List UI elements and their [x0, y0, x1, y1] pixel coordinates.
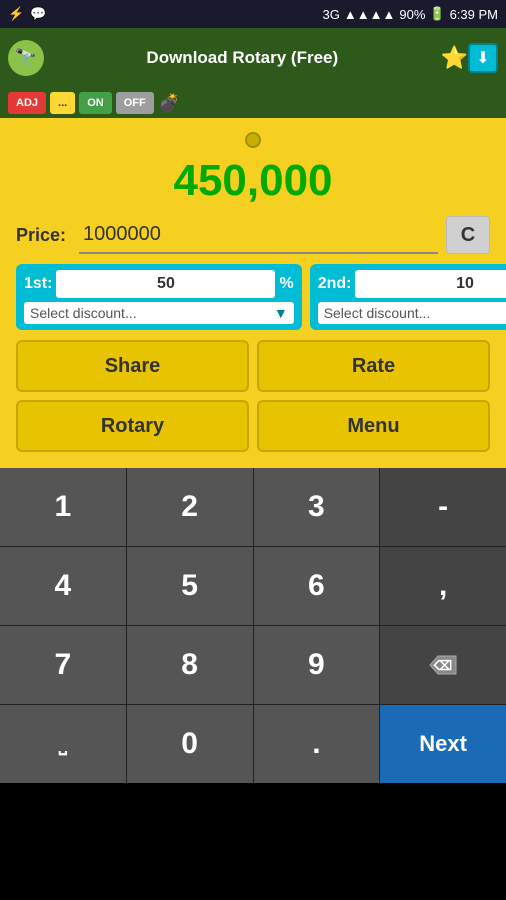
toolbar-btn-on[interactable]: ON: [79, 92, 112, 114]
app-logo: 🔭: [8, 40, 44, 76]
status-bar: ⚡ 💬 3G ▲▲▲▲ 90% 🔋 6:39 PM: [0, 0, 506, 28]
share-button[interactable]: Share: [16, 340, 249, 392]
key-minus[interactable]: -: [380, 468, 506, 546]
discount-2-select-label: Select discount...: [324, 305, 431, 321]
toolbar-btn-off[interactable]: OFF: [116, 92, 154, 114]
rotary-button[interactable]: Rotary: [16, 400, 249, 452]
toolbar: ADJ ... ON OFF 💣: [0, 88, 506, 118]
discount-2-select[interactable]: Select discount... ▼: [318, 302, 506, 324]
status-icons-right: 3G ▲▲▲▲ 90% 🔋 6:39 PM: [323, 6, 498, 22]
svg-text:⌫: ⌫: [433, 658, 452, 673]
key-0[interactable]: 0: [127, 705, 253, 783]
toolbar-btn-dots[interactable]: ...: [50, 92, 75, 114]
tag-hole: [245, 132, 261, 148]
result-display: 450,000: [16, 150, 490, 216]
key-2[interactable]: 2: [127, 468, 253, 546]
price-row: Price: C: [16, 216, 490, 254]
discount-2-input[interactable]: [355, 270, 506, 298]
key-1[interactable]: 1: [0, 468, 126, 546]
download-icon: ⬇: [476, 48, 489, 68]
battery-percent: 90%: [399, 7, 425, 22]
key-5[interactable]: 5: [127, 547, 253, 625]
discount-2-top: 2nd: %: [318, 270, 506, 298]
star-icon[interactable]: ⭐: [441, 45, 468, 71]
action-buttons: Share Rate Rotary Menu: [16, 340, 490, 452]
key-7[interactable]: 7: [0, 626, 126, 704]
discount-2-label: 2nd:: [318, 275, 352, 293]
key-space[interactable]: ⎵: [0, 705, 126, 783]
discount-1-top: 1st: %: [24, 270, 294, 298]
discount-1-arrow: ▼: [274, 305, 288, 321]
discount-1-input[interactable]: [56, 270, 275, 298]
status-icons-left: ⚡ 💬: [8, 6, 46, 22]
key-6[interactable]: 6: [254, 547, 380, 625]
download-button[interactable]: ⬇: [468, 43, 498, 73]
discount-2-box: 2nd: % Select discount... ▼: [310, 264, 506, 330]
key-backspace[interactable]: ⌫: [380, 626, 506, 704]
discount-1-box: 1st: % Select discount... ▼: [16, 264, 302, 330]
compass-icon: 🔭: [15, 48, 37, 69]
key-dot[interactable]: .: [254, 705, 380, 783]
discount-1-select[interactable]: Select discount... ▼: [24, 302, 294, 324]
discount-1-select-label: Select discount...: [30, 305, 137, 321]
next-button[interactable]: Next: [380, 705, 506, 783]
toolbar-btn-adj[interactable]: ADJ: [8, 92, 46, 114]
discount-1-pct: %: [279, 275, 293, 293]
key-4[interactable]: 4: [0, 547, 126, 625]
menu-button[interactable]: Menu: [257, 400, 490, 452]
signal-bars: ▲▲▲▲: [344, 7, 395, 22]
app-header: 🔭 Download Rotary (Free) ⭐ ⬇: [0, 28, 506, 88]
price-input[interactable]: [79, 216, 438, 254]
battery-icon: 🔋: [429, 6, 445, 22]
discount-1-label: 1st:: [24, 275, 52, 293]
main-content: 450,000 Price: C 1st: % Select discount.…: [0, 118, 506, 468]
discount-grid: 1st: % Select discount... ▼ 2nd: % Selec…: [16, 264, 490, 330]
key-9[interactable]: 9: [254, 626, 380, 704]
time-display: 6:39 PM: [450, 7, 498, 22]
key-3[interactable]: 3: [254, 468, 380, 546]
network-type: 3G: [323, 7, 340, 22]
price-label: Price:: [16, 225, 71, 246]
price-tag-decoration: [16, 128, 490, 150]
key-comma[interactable]: ,: [380, 547, 506, 625]
keypad: 1 2 3 - 4 5 6 , 7 8 9 ⌫ ⎵ 0 . Next: [0, 468, 506, 783]
key-8[interactable]: 8: [127, 626, 253, 704]
message-icon: 💬: [30, 6, 46, 22]
clear-button[interactable]: C: [446, 216, 490, 254]
bomb-icon: 💣: [158, 93, 180, 114]
usb-icon: ⚡: [8, 6, 24, 22]
header-title: Download Rotary (Free): [44, 48, 441, 68]
rate-button[interactable]: Rate: [257, 340, 490, 392]
